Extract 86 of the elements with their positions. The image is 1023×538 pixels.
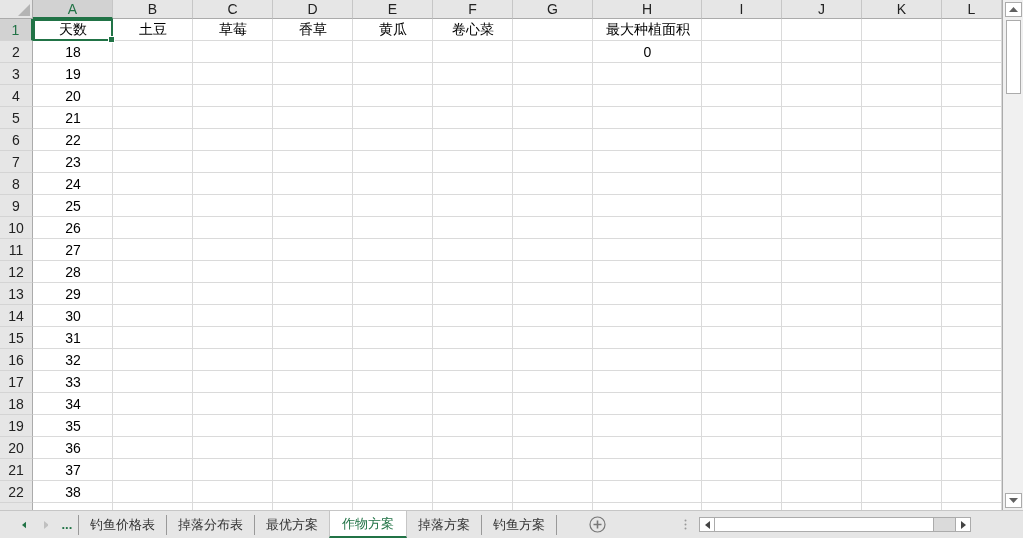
- row-header[interactable]: 9: [0, 195, 33, 217]
- table-cell-text: 35: [64, 417, 82, 436]
- column-header[interactable]: E: [353, 0, 433, 19]
- table-cell-text: 卷心菜: [451, 20, 495, 39]
- select-all-icon[interactable]: [18, 4, 30, 16]
- down-arrow-icon: [1008, 498, 1018, 503]
- table-cell-text: 30: [64, 307, 82, 326]
- table-cell[interactable]: 天数: [33, 19, 113, 41]
- left-arrow-icon: [704, 520, 710, 529]
- sheet-tab[interactable]: 钓鱼价格表: [78, 514, 166, 535]
- table-cell-text: 草莓: [218, 20, 248, 39]
- row-header[interactable]: 14: [0, 305, 33, 327]
- column-header[interactable]: K: [862, 0, 942, 19]
- table-cell-text: 26: [64, 219, 82, 238]
- row-header[interactable]: 5: [0, 107, 33, 129]
- table-cell-text: 21: [64, 109, 82, 128]
- column-header[interactable]: G: [513, 0, 593, 19]
- table-cell-text: 31: [64, 329, 82, 348]
- row-header[interactable]: 2: [0, 41, 33, 63]
- row-header[interactable]: 10: [0, 217, 33, 239]
- scroll-right-button[interactable]: [955, 518, 970, 531]
- row-header[interactable]: 18: [0, 393, 33, 415]
- more-sheets-button[interactable]: ...: [61, 517, 78, 532]
- table-cell-text: 18: [64, 43, 82, 62]
- table-cell-text: 33: [64, 373, 82, 392]
- right-arrow-icon: [960, 520, 966, 529]
- row-header[interactable]: 3: [0, 63, 33, 85]
- table-cell-text: 23: [64, 153, 82, 172]
- column-header[interactable]: H: [593, 0, 702, 19]
- up-arrow-icon: [1008, 7, 1018, 12]
- horizontal-scrollbar[interactable]: [699, 517, 971, 532]
- table-cell-text: 0: [642, 43, 653, 62]
- previous-sheet-icon[interactable]: [22, 520, 26, 529]
- column-header[interactable]: F: [433, 0, 513, 19]
- row-header[interactable]: 13: [0, 283, 33, 305]
- row-header[interactable]: 7: [0, 151, 33, 173]
- scroll-up-button[interactable]: [1004, 2, 1022, 17]
- column-header[interactable]: I: [702, 0, 782, 19]
- row-header[interactable]: 8: [0, 173, 33, 195]
- table-cell-text: 20: [64, 87, 82, 106]
- table-cell-text: 22: [64, 131, 82, 150]
- table-cell-text: 28: [64, 263, 82, 282]
- scroll-left-button[interactable]: [700, 518, 715, 531]
- table-cell-text: 29: [64, 285, 82, 304]
- row-header[interactable]: 1: [0, 19, 33, 41]
- column-header[interactable]: A: [33, 0, 113, 19]
- table-cell-text: 27: [64, 241, 82, 260]
- column-header[interactable]: D: [273, 0, 353, 19]
- row-header[interactable]: 21: [0, 459, 33, 481]
- scroll-down-button[interactable]: [1004, 493, 1022, 508]
- sheet-tab[interactable]: 作物方案: [329, 511, 407, 538]
- table-cell-text: 36: [64, 439, 82, 458]
- table-cell-text: 19: [64, 65, 82, 84]
- table-cell-text: 24: [64, 175, 82, 194]
- sheet-tab[interactable]: 掉落方案: [407, 514, 481, 535]
- column-header[interactable]: C: [193, 0, 273, 19]
- table-cell-text: 37: [64, 461, 82, 480]
- table-cell-text: 38: [64, 483, 82, 502]
- row-header[interactable]: 15: [0, 327, 33, 349]
- row-header[interactable]: 4: [0, 85, 33, 107]
- row-header[interactable]: 12: [0, 261, 33, 283]
- row-header[interactable]: 17: [0, 371, 33, 393]
- row-header[interactable]: 22: [0, 481, 33, 503]
- sheet-tab[interactable]: 钓鱼方案: [481, 514, 556, 535]
- row-header[interactable]: 6: [0, 129, 33, 151]
- scrollbar-thumb[interactable]: [715, 518, 934, 531]
- row-header[interactable]: [0, 503, 33, 510]
- scrollbar-thumb[interactable]: [1005, 20, 1021, 94]
- row-header[interactable]: 11: [0, 239, 33, 261]
- column-header[interactable]: L: [942, 0, 1002, 19]
- table-cell-text: 32: [64, 351, 82, 370]
- table-cell-text: 黄瓜: [378, 20, 408, 39]
- table-cell-text: 34: [64, 395, 82, 414]
- row-header[interactable]: 20: [0, 437, 33, 459]
- table-cell-text: 土豆: [138, 20, 168, 39]
- column-header[interactable]: B: [113, 0, 193, 19]
- table-cell-text: 香草: [298, 20, 328, 39]
- row-header[interactable]: 19: [0, 415, 33, 437]
- table-cell-text: 最大种植面积: [604, 20, 691, 39]
- sheet-tab[interactable]: 掉落分布表: [166, 514, 254, 535]
- splitter-handle-icon[interactable]: [684, 519, 687, 530]
- column-header[interactable]: J: [782, 0, 862, 19]
- next-sheet-icon[interactable]: [43, 520, 48, 529]
- add-sheet-icon[interactable]: [589, 516, 606, 533]
- table-cell-text: 25: [64, 197, 82, 216]
- row-header[interactable]: 16: [0, 349, 33, 371]
